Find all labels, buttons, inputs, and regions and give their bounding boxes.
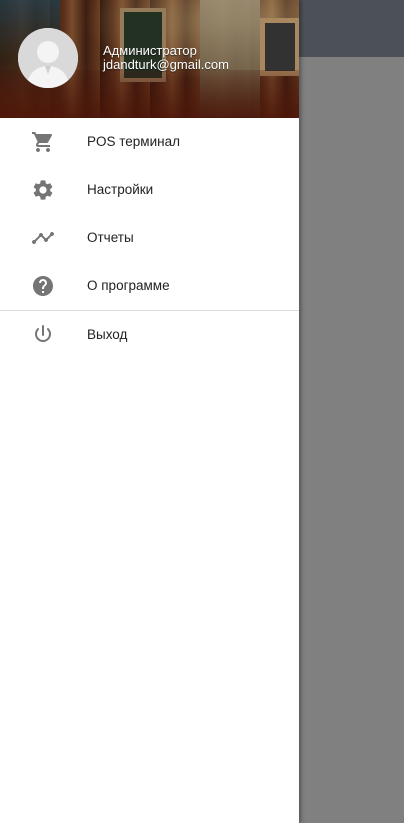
drawer-footer-menu: Выход bbox=[0, 311, 299, 359]
menu-item-label: О программе bbox=[87, 278, 170, 293]
user-silhouette-icon bbox=[18, 28, 78, 88]
menu-item-logout[interactable]: Выход bbox=[0, 311, 299, 359]
gear-icon bbox=[31, 178, 55, 202]
menu-item-pos-terminal[interactable]: POS терминал bbox=[0, 118, 299, 166]
user-email: jdandturk@gmail.com bbox=[103, 57, 229, 72]
menu-item-settings[interactable]: Настройки bbox=[0, 166, 299, 214]
menu-item-reports[interactable]: Отчеты bbox=[0, 214, 299, 262]
menu-item-label: POS терминал bbox=[87, 134, 180, 149]
drawer-menu: POS терминал Настройки Отчеты О программ… bbox=[0, 118, 299, 310]
user-name: Администратор bbox=[103, 43, 197, 58]
power-icon bbox=[31, 323, 55, 347]
menu-item-label: Выход bbox=[87, 327, 128, 342]
navigation-drawer: Администратор jdandturk@gmail.com POS те… bbox=[0, 0, 299, 823]
shopping-cart-icon bbox=[31, 130, 55, 154]
avatar[interactable] bbox=[18, 28, 78, 88]
drawer-header: Администратор jdandturk@gmail.com bbox=[0, 0, 299, 118]
menu-item-about[interactable]: О программе bbox=[0, 262, 299, 310]
trending-line-icon bbox=[31, 226, 55, 250]
menu-item-label: Настройки bbox=[87, 182, 154, 197]
menu-item-label: Отчеты bbox=[87, 230, 134, 245]
help-circle-icon bbox=[31, 274, 55, 298]
